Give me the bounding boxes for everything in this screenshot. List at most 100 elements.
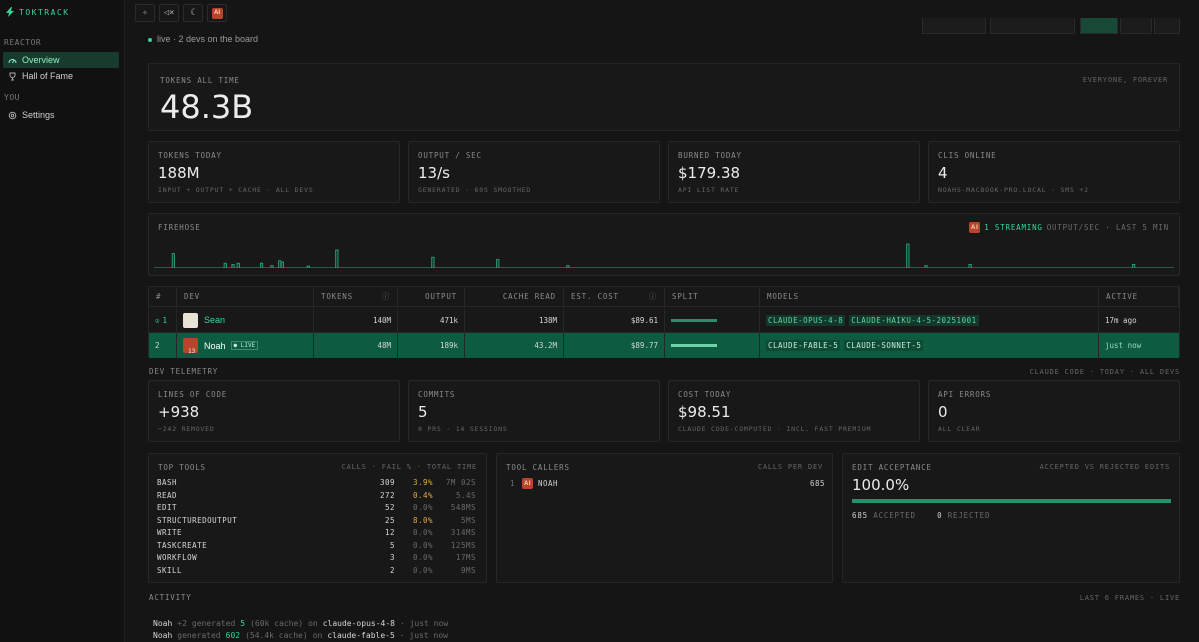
table-row[interactable]: BASH 309 3.9% 7M 02S	[157, 478, 479, 490]
table-cell: 471k	[398, 308, 465, 333]
range-toggle-2[interactable]	[1154, 18, 1180, 34]
level-badge: 13	[188, 348, 196, 355]
table-header[interactable]: CACHE READ	[465, 287, 564, 307]
tool-callers-label: TOOL CALLERS	[506, 463, 570, 472]
table-row[interactable]: SKILL 2 0.0% 9MS	[157, 566, 479, 578]
activity-cache: (60k cache)	[250, 619, 304, 628]
mini-sparkline	[922, 18, 986, 34]
tool-time: 17MS	[455, 553, 476, 562]
user-avatar-button[interactable]: AI	[207, 4, 227, 22]
info-icon: ⓘ	[648, 292, 657, 301]
split-bar	[671, 344, 717, 347]
caller-rank: 1	[510, 479, 516, 488]
table-cell: 189k	[398, 333, 465, 358]
sparkle-button[interactable]: ✧	[135, 4, 155, 22]
table-row[interactable]: WRITE 12 0.0% 314MS	[157, 528, 479, 540]
activity-model[interactable]: claude-fable-5	[327, 631, 394, 640]
table-cell: 13 Noah ● LIVE	[177, 333, 314, 358]
table-header[interactable]: DEV	[177, 287, 314, 307]
tokens: 48M	[377, 341, 391, 350]
brand[interactable]: TOKTRACK	[6, 7, 70, 17]
stat-card: CLIS ONLINE 4 NOAHS-MACBOOK-PRO.LOCAL · SM…	[928, 141, 1180, 203]
edit-meta: ACCEPTED VS REJECTED EDITS	[1039, 463, 1170, 471]
firehose-meta: AI 1 STREAMING OUTPUT/SEC · LAST 5 MIN	[969, 222, 1169, 233]
table-header[interactable]: MODELS	[760, 287, 1099, 307]
stat-sub: INPUT + OUTPUT + CACHE · ALL DEVS	[158, 186, 314, 194]
table-cell: CLAUDE-OPUS-4-8 CLAUDE-HAIKU-4-5-20251001	[760, 308, 1099, 333]
telemetry-card-value: 5	[418, 403, 428, 421]
table-cell: 48M	[314, 333, 398, 358]
activity-model[interactable]: claude-opus-4-8	[323, 619, 395, 628]
table-row[interactable]: STRUCTUREDOUTPUT 25 8.0% 5MS	[157, 516, 479, 528]
avatar: 13	[183, 338, 198, 355]
dev-name[interactable]: Sean	[204, 315, 225, 325]
header-control[interactable]	[990, 18, 1075, 34]
cache-read: 138M	[538, 315, 557, 325]
mute-button[interactable]: ◁×	[159, 4, 179, 22]
activity-when: · just now	[399, 619, 449, 628]
chart-bar	[280, 261, 284, 268]
edit-value: 100.0%	[852, 476, 910, 494]
table-header[interactable]: ACTIVE	[1099, 287, 1179, 307]
stat-label: TOKENS TODAY	[158, 151, 222, 160]
sidebar-item-settings[interactable]: Settings	[3, 107, 119, 123]
activity-verb: generated	[177, 631, 221, 640]
table-row[interactable]: 2 13 Noah ● LIVE 48M 189k 43.2M $89.77 CLAUDE-FA…	[149, 333, 1179, 358]
range-toggle-active[interactable]	[1080, 18, 1118, 34]
tool-fail: 3.9%	[412, 478, 433, 487]
firehose-chart	[154, 243, 1174, 268]
live-dot-icon	[148, 37, 152, 42]
output: 189k	[439, 341, 458, 350]
firehose-card: FIREHOSE AI 1 STREAMING OUTPUT/SEC · LAS…	[148, 213, 1180, 276]
stat-value: 188M	[158, 164, 200, 182]
activity-who[interactable]: Noah	[153, 619, 172, 628]
table-row[interactable]: READ 272 0.4% 5.4S	[157, 491, 479, 503]
telemetry-card-label: COST TODAY	[678, 390, 732, 399]
accepted-count: 685	[852, 511, 868, 520]
sidebar-item-overview[interactable]: Overview	[3, 52, 119, 68]
tool-fail: 0.0%	[412, 553, 433, 562]
sidebar-item-hall-of-fame[interactable]: Hall of Fame	[3, 68, 119, 84]
activity-n: 5	[240, 619, 246, 628]
activity-who[interactable]: Noah	[153, 631, 172, 640]
telemetry-meta: CLAUDE CODE · TODAY · ALL DEVS	[1029, 368, 1180, 376]
caller-calls: 685	[809, 479, 825, 488]
output: 471k	[439, 315, 458, 325]
model-tag: CLAUDE-SONNET-5	[844, 340, 924, 351]
telemetry-card-label: COMMITS	[418, 390, 456, 399]
split-bar	[671, 318, 717, 322]
streaming-count: 1 STREAMING	[984, 223, 1043, 232]
table-header[interactable]: #	[149, 287, 177, 307]
table-header[interactable]: TOKENS ⓘ	[314, 287, 398, 307]
section-reactor: REACTOR	[4, 38, 42, 47]
tool-fail: 0.0%	[412, 503, 433, 512]
cache-read: 43.2M	[534, 341, 557, 350]
tool-calls: 272	[379, 490, 395, 500]
list-item[interactable]: 1 AI NOAH 685	[510, 478, 825, 489]
tool-time: 314MS	[450, 528, 476, 537]
table-header[interactable]: SPLIT	[665, 287, 760, 307]
live-badge: ● LIVE	[230, 341, 259, 350]
table-header[interactable]: OUTPUT	[398, 287, 465, 307]
table-cell: just now	[1099, 333, 1179, 358]
caller-name: NOAH	[538, 479, 559, 488]
table-row[interactable]: TASKCREATE 5 0.0% 125MS	[157, 541, 479, 553]
table-header[interactable]: EST. COST ⓘ	[564, 287, 665, 307]
stat-card: BURNED TODAY $179.38 API LIST RATE	[668, 141, 920, 203]
table-header-label: CACHE READ	[502, 292, 556, 301]
table-row[interactable]: WORKFLOW 3 0.0% 17MS	[157, 553, 479, 565]
telemetry-card-sub: 0 PRS · 14 SESSIONS	[418, 425, 508, 433]
table-row[interactable]: ♔ 1 12 Sean 140M 471k 138M $89.61 CLAUDE-OPUS-4-…	[149, 308, 1179, 333]
range-toggle[interactable]	[1120, 18, 1152, 34]
chart-bar	[278, 260, 282, 268]
mute-icon: ◁×	[163, 8, 175, 18]
tool-fail: 8.0%	[412, 515, 433, 525]
tool-name: WORKFLOW	[157, 553, 198, 562]
table-cell: $89.77	[564, 333, 665, 358]
dev-name[interactable]: Noah	[204, 341, 226, 351]
activity-meta: LAST 6 FRAMES · LIVE	[1079, 594, 1180, 602]
info-icon: ⓘ	[381, 292, 390, 301]
table-cell	[665, 333, 760, 358]
theme-button[interactable]: ☾	[183, 4, 203, 22]
table-row[interactable]: EDIT 52 0.0% 548MS	[157, 503, 479, 515]
